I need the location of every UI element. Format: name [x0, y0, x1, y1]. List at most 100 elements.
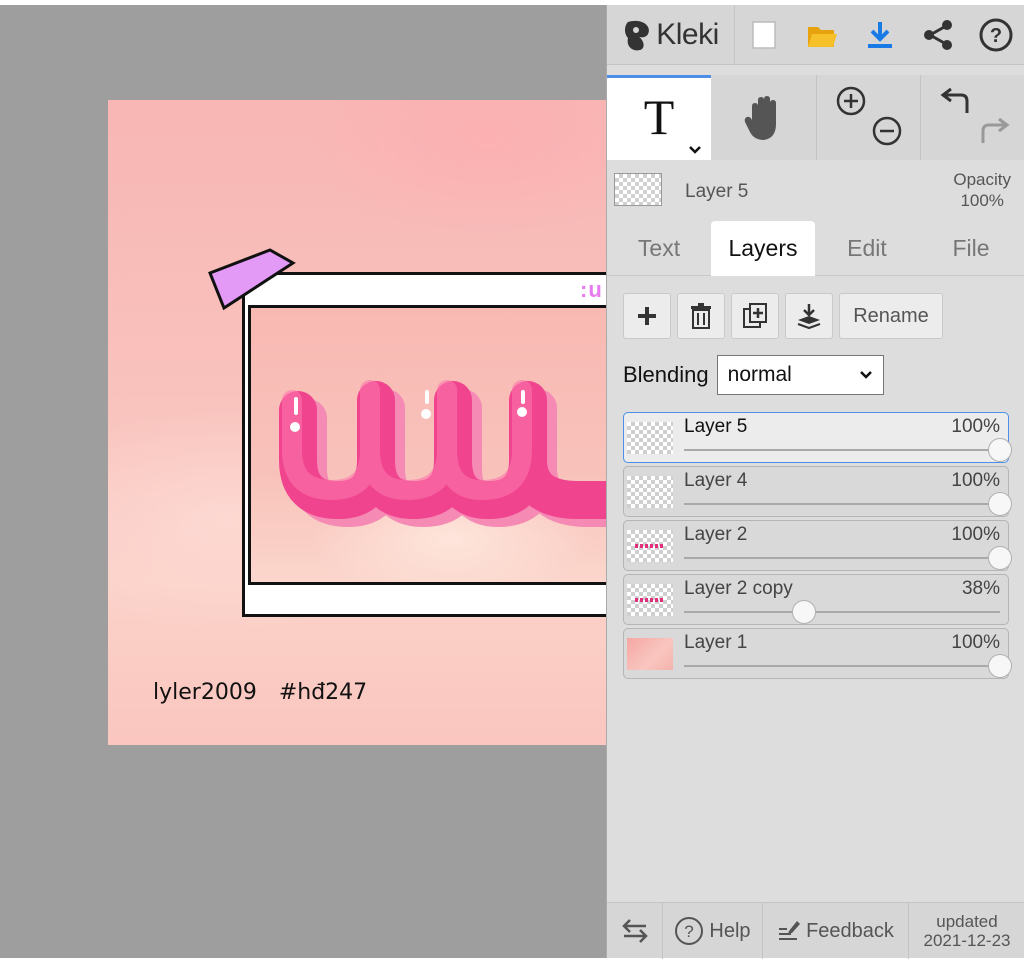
layer-opacity-value: 38%: [961, 578, 1000, 599]
svg-text:?: ?: [990, 25, 1002, 47]
zoom-controls: [817, 75, 921, 160]
layer-opacity-slider-track[interactable]: [684, 449, 1000, 451]
canvas-overlay-text: :u: [580, 277, 603, 302]
duplicate-icon: [743, 303, 767, 328]
tool-row: T: [607, 75, 1024, 160]
help-button[interactable]: ?: [967, 5, 1024, 65]
drawing-canvas[interactable]: :u lyler2009 #hđ247: [108, 100, 607, 745]
layer-opacity-slider-handle[interactable]: [988, 546, 1012, 570]
layer-opacity-value: 100%: [951, 524, 1000, 545]
layer-thumbnail: [627, 638, 673, 670]
share-button[interactable]: [909, 5, 967, 65]
layer-item[interactable]: Layer 4 100%: [623, 466, 1012, 517]
tool-panel: Kleki ? T Layer 5 Opacity 100% Text Laye…: [606, 5, 1024, 959]
layer-opacity-slider-track[interactable]: [684, 557, 1000, 559]
updated-date: 2021-12-23: [923, 931, 1011, 950]
layer-thumbnail: [627, 476, 673, 508]
footer-help-label: Help: [709, 919, 751, 942]
svg-text:?: ?: [685, 922, 694, 941]
chevron-down-icon: [859, 371, 872, 379]
layer-item[interactable]: Layer 5 100%: [623, 412, 1012, 463]
layer-opacity-value: 100%: [951, 416, 1000, 437]
blending-label: Blending: [623, 362, 709, 387]
signature-tag: #hđ247: [278, 680, 368, 705]
opacity-value: 100%: [960, 191, 1004, 210]
redo-icon[interactable]: [977, 115, 1011, 149]
swap-side-button[interactable]: [607, 903, 663, 959]
layer-item[interactable]: Layer 2 100%: [623, 520, 1012, 571]
download-button[interactable]: [851, 5, 909, 65]
updated-label: updated: [936, 912, 998, 931]
blending-mode-select[interactable]: normal: [716, 355, 884, 395]
opacity-label: Opacity: [953, 170, 1011, 189]
current-layer-opacity: Opacity 100%: [953, 169, 1011, 211]
layer-opacity-slider-track[interactable]: [684, 611, 1000, 613]
layer-opacity-value: 100%: [951, 470, 1000, 491]
zoom-out-icon[interactable]: [871, 115, 903, 147]
current-layer-name: Layer 5: [685, 181, 749, 202]
rename-layer-button[interactable]: Rename: [839, 293, 943, 339]
layer-name: Layer 4: [684, 470, 748, 491]
top-toolbar: Kleki ?: [607, 5, 1024, 65]
bubble-letters-art: [274, 380, 607, 603]
help-icon: ?: [979, 18, 1013, 52]
canvas-workspace[interactable]: :u lyler2009 #hđ247: [0, 5, 607, 958]
panel-footer: ? Help Feedback updated 2021-12-23: [607, 902, 1024, 959]
layer-list: Layer 5 100% Layer 4 100% Layer 2 100% Layer 2…: [623, 412, 1012, 682]
new-image-button[interactable]: [735, 5, 793, 65]
footer-updated-info[interactable]: updated 2021-12-23: [909, 903, 1024, 959]
feedback-pencil-icon: [779, 921, 801, 940]
layer-item[interactable]: Layer 1 100%: [623, 628, 1012, 679]
delete-layer-button[interactable]: [677, 293, 725, 339]
layer-thumbnail: [627, 584, 673, 616]
open-image-button[interactable]: [793, 5, 851, 65]
layer-opacity-slider-handle[interactable]: [988, 492, 1012, 516]
artist-signature: lyler2009 #hđ247: [153, 680, 367, 705]
undo-icon[interactable]: [939, 85, 973, 119]
trash-icon: [691, 303, 711, 329]
kleki-logo[interactable]: Kleki: [607, 5, 735, 65]
layer-opacity-slider-track[interactable]: [684, 503, 1000, 505]
layer-opacity-slider-handle[interactable]: [988, 654, 1012, 678]
merge-down-icon: [797, 304, 821, 330]
footer-help-button[interactable]: ? Help: [663, 903, 763, 959]
text-tool-icon: T: [643, 89, 675, 145]
tab-file[interactable]: File: [919, 221, 1023, 276]
layer-thumbnail: [627, 422, 673, 454]
current-layer-thumbnail: [614, 173, 662, 206]
swap-arrows-icon: [621, 919, 648, 943]
kleki-logo-icon: [625, 20, 650, 51]
open-folder-icon: [808, 27, 837, 47]
signature-username: lyler2009: [153, 680, 257, 705]
hand-tool-button[interactable]: [711, 75, 817, 160]
layer-thumbnail: [627, 530, 673, 562]
duplicate-layer-button[interactable]: [731, 293, 779, 339]
layer-opacity-slider-handle[interactable]: [792, 600, 817, 624]
layer-opacity-value: 100%: [951, 632, 1000, 653]
history-controls: [921, 75, 1024, 160]
help-icon: ?: [675, 917, 704, 945]
layer-name: Layer 1: [684, 632, 748, 653]
chevron-down-icon[interactable]: [687, 144, 703, 156]
app-name: Kleki: [656, 18, 719, 51]
merge-layer-down-button[interactable]: [785, 293, 833, 339]
tab-text[interactable]: Text: [607, 221, 711, 276]
layer-item[interactable]: Layer 2 copy 38%: [623, 574, 1009, 625]
new-image-icon: [752, 21, 776, 49]
layer-opacity-slider-track[interactable]: [684, 665, 1000, 667]
text-tool-button[interactable]: T: [607, 75, 711, 160]
footer-feedback-button[interactable]: Feedback: [763, 903, 909, 959]
layer-opacity-slider-handle[interactable]: [988, 438, 1012, 462]
add-layer-button[interactable]: [623, 293, 671, 339]
plus-icon: [638, 307, 656, 325]
panel-tabs: Text Layers Edit File: [607, 221, 1024, 276]
layer-name: Layer 5: [684, 416, 748, 437]
footer-feedback-label: Feedback: [806, 919, 894, 942]
tab-layers[interactable]: Layers: [711, 221, 815, 276]
layer-name: Layer 2 copy: [684, 578, 793, 599]
download-icon: [868, 22, 892, 48]
tab-edit[interactable]: Edit: [815, 221, 919, 276]
share-icon: [924, 20, 952, 50]
hand-tool-icon: [744, 95, 776, 140]
blending-row: Blending normal: [623, 355, 884, 395]
